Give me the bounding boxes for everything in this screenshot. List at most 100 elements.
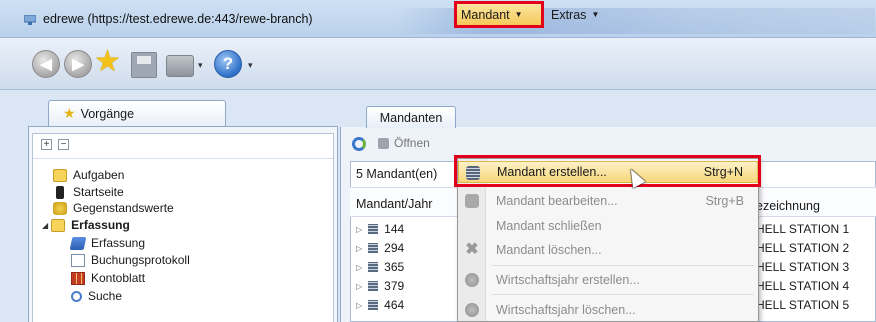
mandant-number: 294 (384, 241, 405, 255)
station-name: HELL STATION 4 (756, 279, 850, 293)
tree-item-label: Gegenstandswerte (73, 201, 174, 215)
tree-item-startseite[interactable]: Startseite (56, 185, 124, 199)
tab-mandanten[interactable]: Mandanten (366, 106, 456, 128)
tree-item-buchungsprotokoll[interactable]: Buchungsprotokoll (71, 253, 190, 267)
book-icon (69, 236, 87, 250)
tree-item-gegenstandswerte[interactable]: Gegenstandswerte (53, 201, 174, 215)
edit-icon (465, 194, 479, 208)
folder-icon (51, 218, 66, 232)
menu-separator (492, 294, 754, 295)
tree-item-label: Erfassung (91, 236, 146, 250)
chevron-down-icon: ▼ (514, 10, 523, 19)
table-row[interactable]: ▷ 379 (356, 279, 404, 293)
mandant-number: 464 (384, 298, 405, 312)
mandant-number: 144 (384, 222, 405, 236)
app-icon (24, 15, 36, 25)
menu-item-mandant-loeschen[interactable]: ✖ Mandant löschen... (458, 239, 758, 261)
save-icon[interactable] (131, 52, 157, 78)
menu-item-wirtschaftsjahr-loeschen[interactable]: Wirtschaftsjahr löschen... (458, 299, 758, 321)
delete-icon: ✖ (465, 241, 479, 258)
refresh-icon[interactable] (352, 137, 366, 151)
tree-tools: + − (41, 139, 69, 150)
calendar-icon (368, 262, 379, 272)
traffic-light-icon (56, 185, 64, 199)
print-icon[interactable] (166, 55, 194, 77)
window-title: edrewe (https://test.edrewe.de:443/rewe-… (43, 12, 313, 26)
table-row[interactable]: ▷ 294 (356, 241, 404, 255)
main-toolbar: ◀ ▶ ★ ▾ ? ▾ (0, 38, 876, 90)
tab-vorgaenge[interactable]: ★ Vorgänge (48, 100, 226, 126)
tree-item-label: Aufgaben (73, 168, 125, 182)
mandant-number: 365 (384, 260, 405, 274)
divider (33, 158, 333, 159)
menu-item-label: Mandant bearbeiten... (496, 194, 618, 208)
tree-item-label: Buchungsprotokoll (91, 253, 190, 267)
print-dropdown-icon[interactable]: ▾ (198, 60, 203, 71)
table-row[interactable]: ▷ 464 (356, 298, 404, 312)
tree-item-kontoblatt[interactable]: Kontoblatt (71, 271, 145, 285)
help-icon[interactable]: ? (214, 50, 242, 78)
navigation-panel: + − Aufgaben Startseite Gegenstandswerte… (28, 126, 338, 322)
tree-item-erfassung-group[interactable]: ◢ Erfassung (42, 218, 130, 232)
record-count: 5 Mandant(en) (356, 167, 438, 181)
menu-item-label: Mandant erstellen... (497, 165, 607, 179)
star-icon: ★ (63, 105, 76, 121)
column-header-mandant-jahr[interactable]: Mandant/Jahr (356, 197, 432, 211)
help-dropdown-icon[interactable]: ▾ (248, 60, 253, 71)
tab-vorgaenge-label: Vorgänge (80, 106, 135, 121)
menu-item-label: Wirtschaftsjahr löschen... (496, 303, 636, 317)
column-header-bezeichnung[interactable]: ezeichnung (756, 199, 820, 213)
favorites-star-icon[interactable]: ★ (94, 47, 121, 77)
forward-icon[interactable]: ▶ (64, 50, 92, 78)
open-icon (378, 137, 389, 149)
calendar-icon (368, 281, 379, 291)
station-name: HELL STATION 2 (756, 241, 850, 255)
expand-row-icon[interactable]: ▷ (356, 225, 362, 234)
mandant-menu-button[interactable]: Mandant ▼ (454, 1, 544, 28)
menu-item-mandant-schliessen[interactable]: Mandant schließen (458, 215, 758, 237)
open-button-label: Öffnen (394, 136, 430, 150)
menu-item-mandant-bearbeiten[interactable]: Mandant bearbeiten... Strg+B (458, 190, 758, 212)
command-bar: Öffnen (340, 130, 876, 158)
add-year-icon (465, 273, 479, 287)
expand-row-icon[interactable]: ▷ (356, 263, 362, 272)
tree-item-suche[interactable]: Suche (71, 289, 122, 303)
menu-item-label: Wirtschaftsjahr erstellen... (496, 273, 640, 287)
tree-item-aufgaben[interactable]: Aufgaben (53, 168, 124, 182)
calendar-icon (368, 224, 379, 234)
search-icon (71, 290, 82, 302)
open-button[interactable]: Öffnen (378, 136, 430, 150)
tree-item-label: Suche (88, 289, 123, 303)
tree-item-label: Erfassung (71, 218, 130, 232)
menu-item-mandant-erstellen[interactable]: Mandant erstellen... Strg+N (458, 161, 758, 183)
navigation-tree: + − Aufgaben Startseite Gegenstandswerte… (32, 133, 334, 322)
calendar-icon (368, 300, 379, 310)
calendar-icon (368, 243, 379, 253)
extras-menu-label: Extras (551, 7, 587, 22)
mandant-dropdown-menu: Mandant erstellen... Strg+N Mandant bear… (457, 158, 759, 322)
expand-all-icon[interactable]: + (41, 139, 52, 150)
expanded-caret-icon[interactable]: ◢ (42, 221, 48, 230)
tree-item-label: Kontoblatt (91, 271, 146, 285)
delete-year-icon (465, 303, 479, 317)
menu-item-shortcut: Strg+B (705, 194, 744, 208)
table-row[interactable]: ▷ 144 (356, 222, 404, 236)
expand-row-icon[interactable]: ▷ (356, 282, 362, 291)
table-row[interactable]: ▷ 365 (356, 260, 404, 274)
menu-item-wirtschaftsjahr-erstellen[interactable]: Wirtschaftsjahr erstellen... (458, 269, 758, 291)
gold-icon (53, 201, 67, 215)
back-icon[interactable]: ◀ (32, 50, 60, 78)
station-name: HELL STATION 1 (756, 222, 850, 236)
expand-row-icon[interactable]: ▷ (356, 244, 362, 253)
collapse-all-icon[interactable]: − (58, 139, 69, 150)
title-bar: edrewe (https://test.edrewe.de:443/rewe-… (0, 0, 876, 38)
tree-item-erfassung[interactable]: Erfassung (69, 236, 146, 250)
document-icon (71, 253, 85, 267)
calendar-icon (466, 166, 480, 180)
expand-row-icon[interactable]: ▷ (356, 301, 362, 310)
extras-menu-button[interactable]: Extras ▼ (547, 4, 603, 25)
menu-separator (492, 265, 754, 266)
menu-item-label: Mandant schließen (496, 219, 602, 233)
chevron-down-icon: ▼ (591, 10, 600, 19)
station-name: HELL STATION 3 (756, 260, 850, 274)
